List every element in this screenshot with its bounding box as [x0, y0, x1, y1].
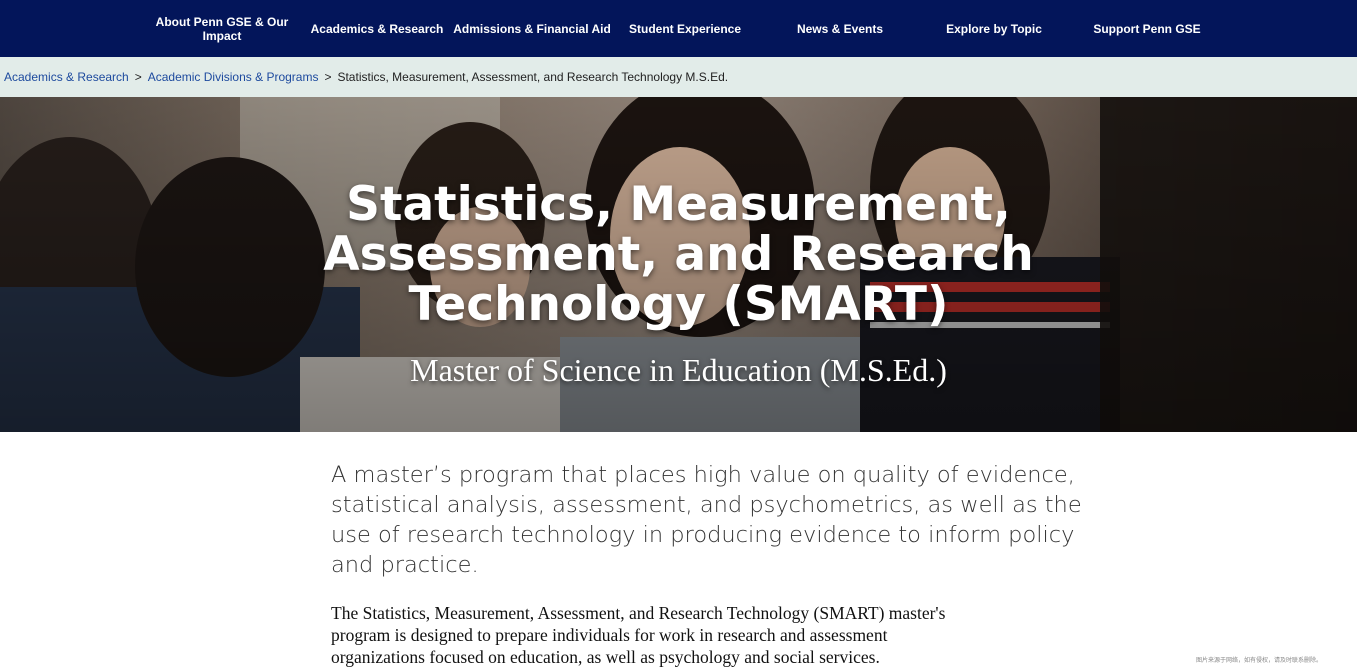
hero-banner: Statistics, Measurement, Assessment, and…	[0, 97, 1357, 432]
nav-item-about-line-1: About Penn GSE & Our	[155, 14, 289, 29]
nav-item-student-experience-label: Student Experience	[628, 21, 742, 36]
page-title-line-1: Statistics, Measurement,	[346, 177, 1011, 232]
nav-item-admissions[interactable]: Admissions & Financial Aid	[452, 0, 612, 57]
program-description: The Statistics, Measurement, Assessment,…	[331, 602, 1031, 668]
description-line: organizations focused on education, as w…	[331, 647, 880, 667]
breadcrumb-separator: >	[134, 70, 142, 84]
page-title: Statistics, Measurement, Assessment, and…	[0, 180, 1357, 330]
nav-item-news-events-label: News & Events	[796, 21, 884, 36]
image-source-notice: 图片来源于网络，如有侵权，请及时联系删除。	[1196, 657, 1323, 664]
nav-item-explore-topic[interactable]: Explore by Topic	[924, 0, 1064, 57]
nav-item-academics-label: Academics & Research	[310, 21, 444, 36]
page-title-line-3: Technology (SMART)	[408, 277, 949, 332]
breadcrumb-link-divisions[interactable]: Academic Divisions & Programs	[148, 70, 319, 84]
breadcrumb-link-academics[interactable]: Academics & Research	[4, 70, 129, 84]
lede-line: use of research technology in producing …	[331, 522, 1075, 548]
nav-item-student-experience[interactable]: Student Experience	[615, 0, 755, 57]
nav-item-about[interactable]: About Penn GSE & Our Impact	[152, 0, 292, 57]
nav-item-news-events[interactable]: News & Events	[770, 0, 910, 57]
breadcrumb-current: Statistics, Measurement, Assessment, and…	[337, 70, 729, 84]
lede-line: and practice.	[331, 552, 479, 578]
nav-item-admissions-label: Admissions & Financial Aid	[453, 21, 611, 36]
nav-item-academics[interactable]: Academics & Research	[307, 0, 447, 57]
nav-item-explore-topic-label: Explore by Topic	[946, 21, 1042, 36]
top-navigation: About Penn GSE & Our Impact Academics & R…	[0, 0, 1357, 57]
program-lede: A master’s program that places high valu…	[331, 460, 1082, 580]
nav-item-support-label: Support Penn GSE	[1093, 21, 1201, 36]
page-title-line-2: Assessment, and Research	[323, 227, 1034, 282]
breadcrumb: Academics & Research > Academic Division…	[0, 57, 1357, 97]
nav-item-support[interactable]: Support Penn GSE	[1077, 0, 1217, 57]
breadcrumb-separator: >	[324, 70, 332, 84]
nav-item-about-line-2: Impact	[202, 28, 242, 43]
lede-line: statistical analysis, assessment, and ps…	[331, 492, 1082, 518]
description-line: program is designed to prepare individua…	[331, 625, 888, 645]
lede-line: A master’s program that places high valu…	[331, 462, 1075, 488]
description-line: The Statistics, Measurement, Assessment,…	[331, 603, 946, 623]
degree-subtitle: Master of Science in Education (M.S.Ed.)	[410, 352, 947, 388]
